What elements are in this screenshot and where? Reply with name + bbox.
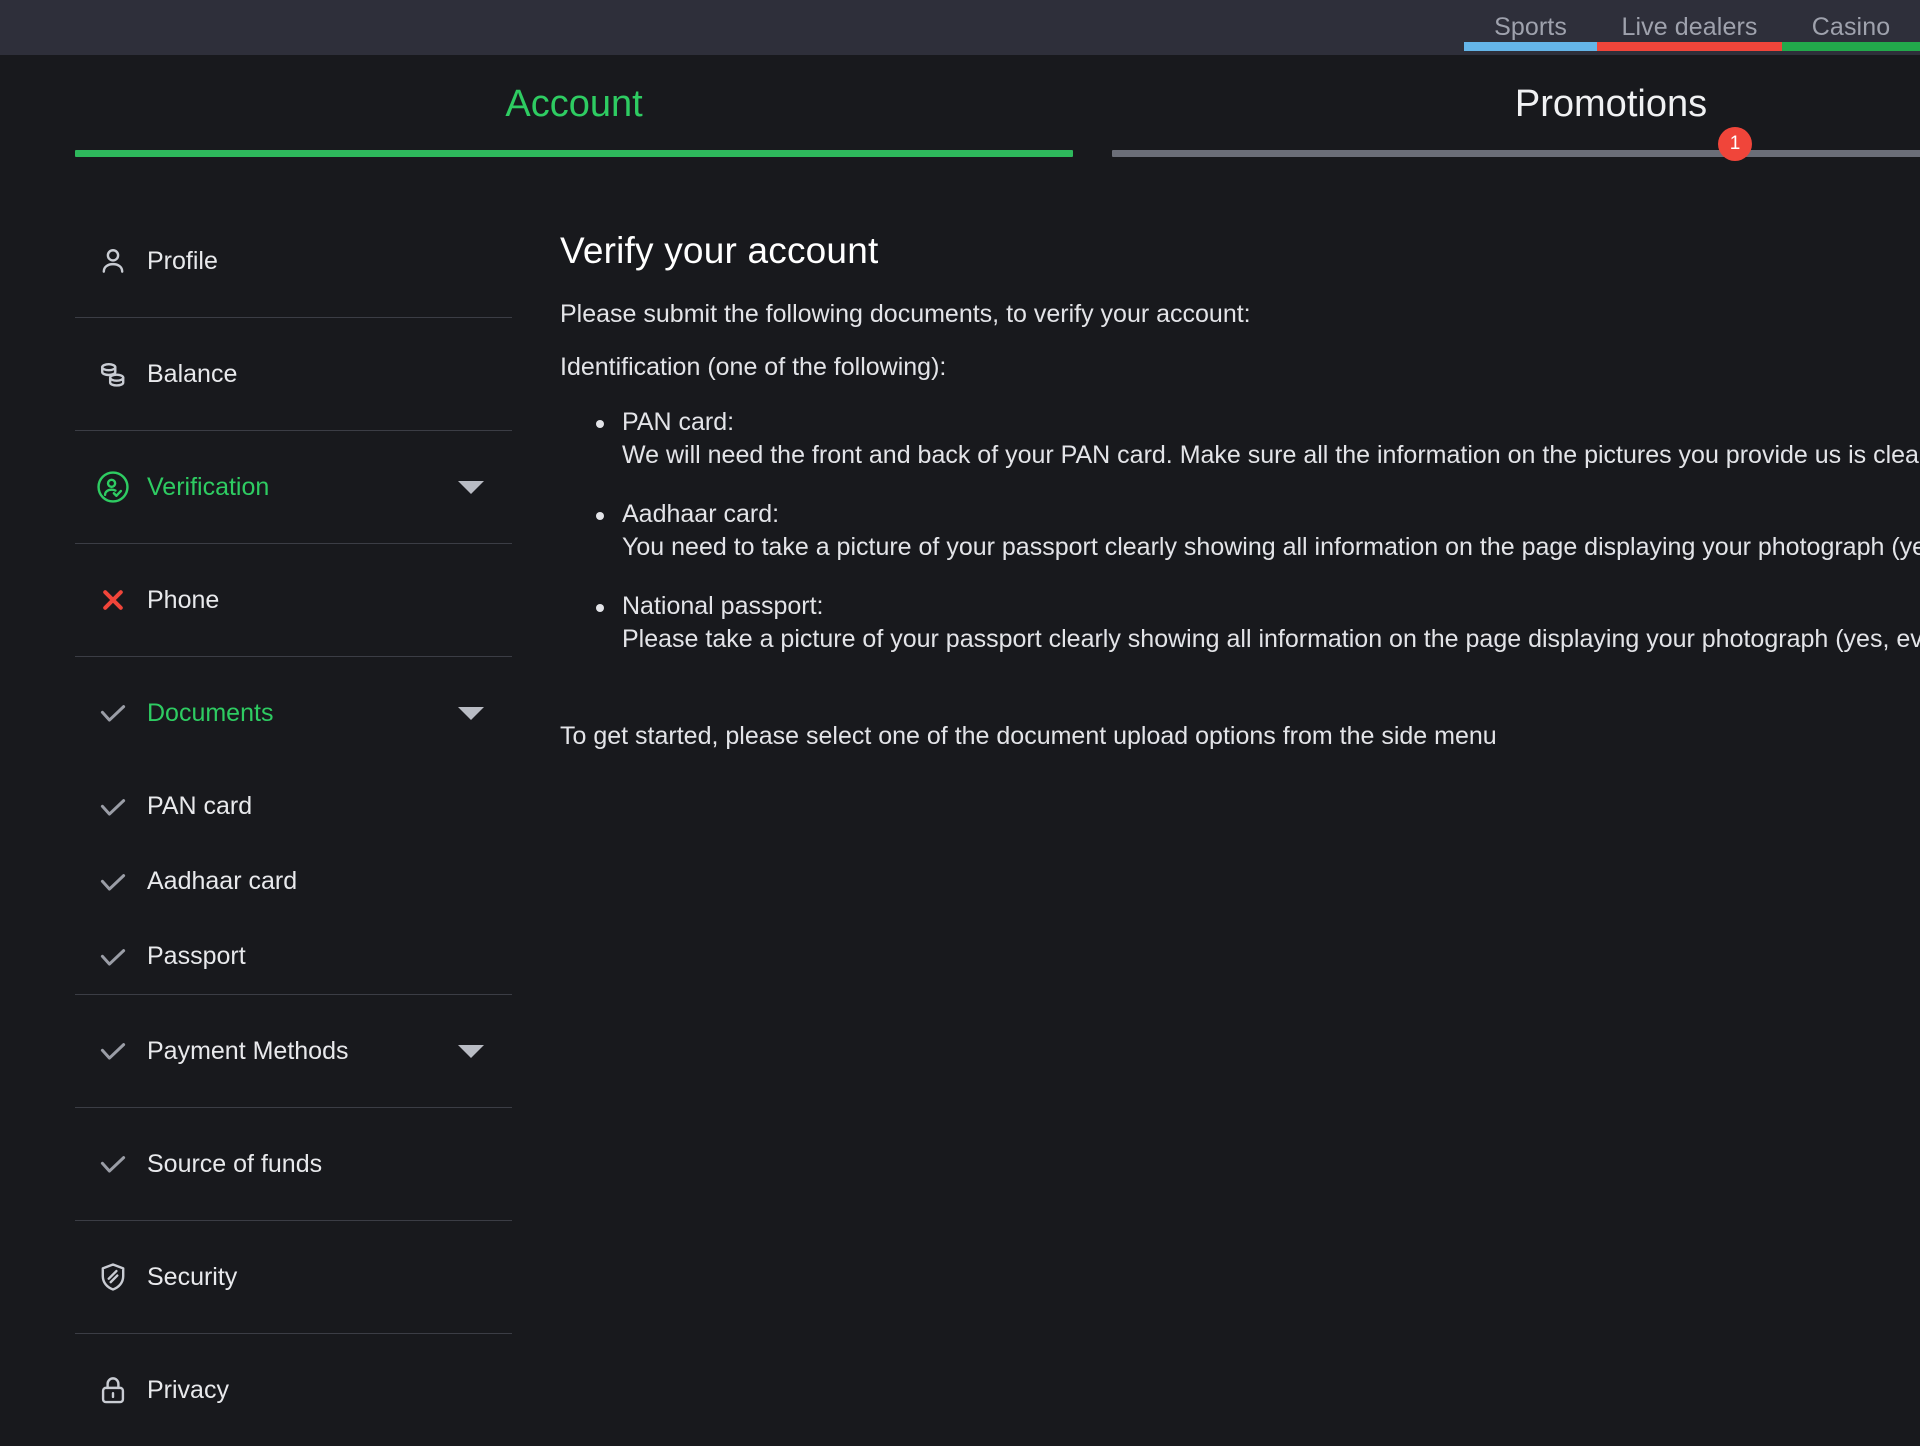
bullet-icon [596,420,604,428]
tab-promotions[interactable]: Promotions [1112,55,1920,165]
sidebar-item-label: Balance [147,359,238,388]
user-verified-icon [87,461,139,513]
chevron-down-icon[interactable] [458,1044,484,1058]
sidebar-item-pan-card[interactable]: PAN card [75,769,512,844]
topnav-accent-sports [1464,42,1597,51]
sidebar-item-label: Aadhaar card [147,867,298,895]
sidebar-item-label: Passport [147,942,246,970]
sidebar-item-documents[interactable]: Documents [75,657,512,769]
check-icon [87,1138,139,1190]
sidebar-item-aadhaar-card[interactable]: Aadhaar card [75,844,512,919]
bullet-icon [596,512,604,520]
check-icon [87,856,139,908]
sidebar-item-label: Security [147,1262,238,1291]
document-list: PAN card: We will need the front and back… [560,406,1920,656]
lock-icon [87,1364,139,1416]
sidebar-item-label: Documents [147,698,274,727]
list-item: PAN card: We will need the front and back… [560,406,1920,472]
list-item: Aadhaar card: You need to take a picture … [560,498,1920,564]
top-navigation: Sports Live dealers Casino [1464,0,1920,55]
sidebar-item-source-of-funds[interactable]: Source of funds [75,1108,512,1220]
intro-text: Please submit the following documents, t… [560,300,1251,328]
sidebar-item-label: Source of funds [147,1149,323,1178]
topnav-item-sports[interactable]: Sports [1464,0,1597,55]
bullet-icon [596,604,604,612]
sidebar-item-label: Phone [147,585,220,614]
sidebar-item-balance[interactable]: Balance [75,318,512,430]
sidebar-item-security[interactable]: Security [75,1221,512,1333]
shield-icon [87,1251,139,1303]
tab-account[interactable]: Account [75,55,1073,165]
check-icon [87,931,139,983]
topnav-accent-casino [1782,42,1920,51]
tab-promotions-underline [1112,150,1920,157]
topnav-label-live-dealers: Live dealers [1621,13,1758,41]
sidebar-item-label: Privacy [147,1375,229,1404]
document-description: Please take a picture of your passport c… [622,625,1920,653]
check-icon [87,781,139,833]
tab-account-label: Account [505,83,643,125]
sidebar-item-payment-methods[interactable]: Payment Methods [75,995,512,1107]
sidebar-item-verification[interactable]: Verification [75,431,512,543]
sidebar-item-privacy[interactable]: Privacy [75,1334,512,1446]
identification-label: Identification (one of the following): [560,353,947,381]
check-icon [87,687,139,739]
page-title: Verify your account [560,230,879,271]
chevron-down-icon[interactable] [458,480,484,494]
topnav-item-casino[interactable]: Casino [1782,0,1920,55]
chevron-down-icon[interactable] [458,706,484,720]
document-term: Aadhaar card: [622,500,780,528]
sidebar-item-phone[interactable]: Phone [75,544,512,656]
sidebar-item-label: Verification [147,472,270,501]
sidebar-item-label: Profile [147,246,218,275]
list-item: National passport: Please take a picture … [560,590,1920,656]
cross-icon [87,574,139,626]
topnav-label-casino: Casino [1811,13,1891,41]
document-term: PAN card: [622,408,735,436]
user-icon [87,235,139,287]
top-bar: Sports Live dealers Casino [0,0,1920,55]
sidebar-item-label: Payment Methods [147,1036,349,1065]
document-term: National passport: [622,592,824,620]
check-icon [87,1025,139,1077]
footer-note: To get started, please select one of the… [560,722,1497,750]
tab-promotions-label: Promotions [1514,83,1708,125]
account-tabs: Account Promotions 1 [0,55,1920,165]
sidebar-item-label: PAN card [147,792,253,820]
main-content: Verify your account Please submit the fo… [560,230,1920,751]
document-description: You need to take a picture of your passp… [622,533,1920,561]
tab-account-underline [75,150,1073,157]
topnav-label-sports: Sports [1494,13,1567,41]
sidebar-item-profile[interactable]: Profile [75,205,512,317]
sidebar-item-passport[interactable]: Passport [75,919,512,994]
promotions-badge: 1 [1718,127,1752,161]
coins-icon [87,348,139,400]
topnav-accent-live-dealers [1597,42,1782,51]
topnav-item-live-dealers[interactable]: Live dealers [1597,0,1782,55]
document-description: We will need the front and back of your … [622,441,1920,469]
account-sidebar: Profile Balance Verification Phone Documents… [75,205,512,1446]
